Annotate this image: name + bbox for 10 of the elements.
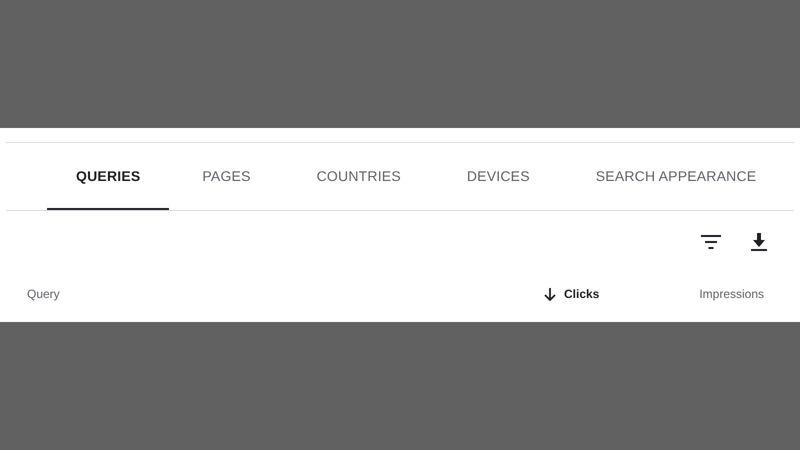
tab[interactable]: QUERIES	[47, 143, 170, 210]
tab[interactable]: PAGES	[169, 143, 284, 210]
tab[interactable]: DEVICES	[434, 143, 563, 210]
column-header[interactable]: Query	[27, 287, 60, 301]
column-header[interactable]: Clicks	[564, 287, 600, 301]
download-icon[interactable]	[751, 233, 767, 251]
tab[interactable]: COUNTRIES	[284, 143, 434, 210]
column-header[interactable]: Impressions	[699, 287, 764, 301]
tab[interactable]: SEARCH APPEARANCE	[562, 143, 790, 210]
filter-icon[interactable]	[701, 235, 721, 249]
